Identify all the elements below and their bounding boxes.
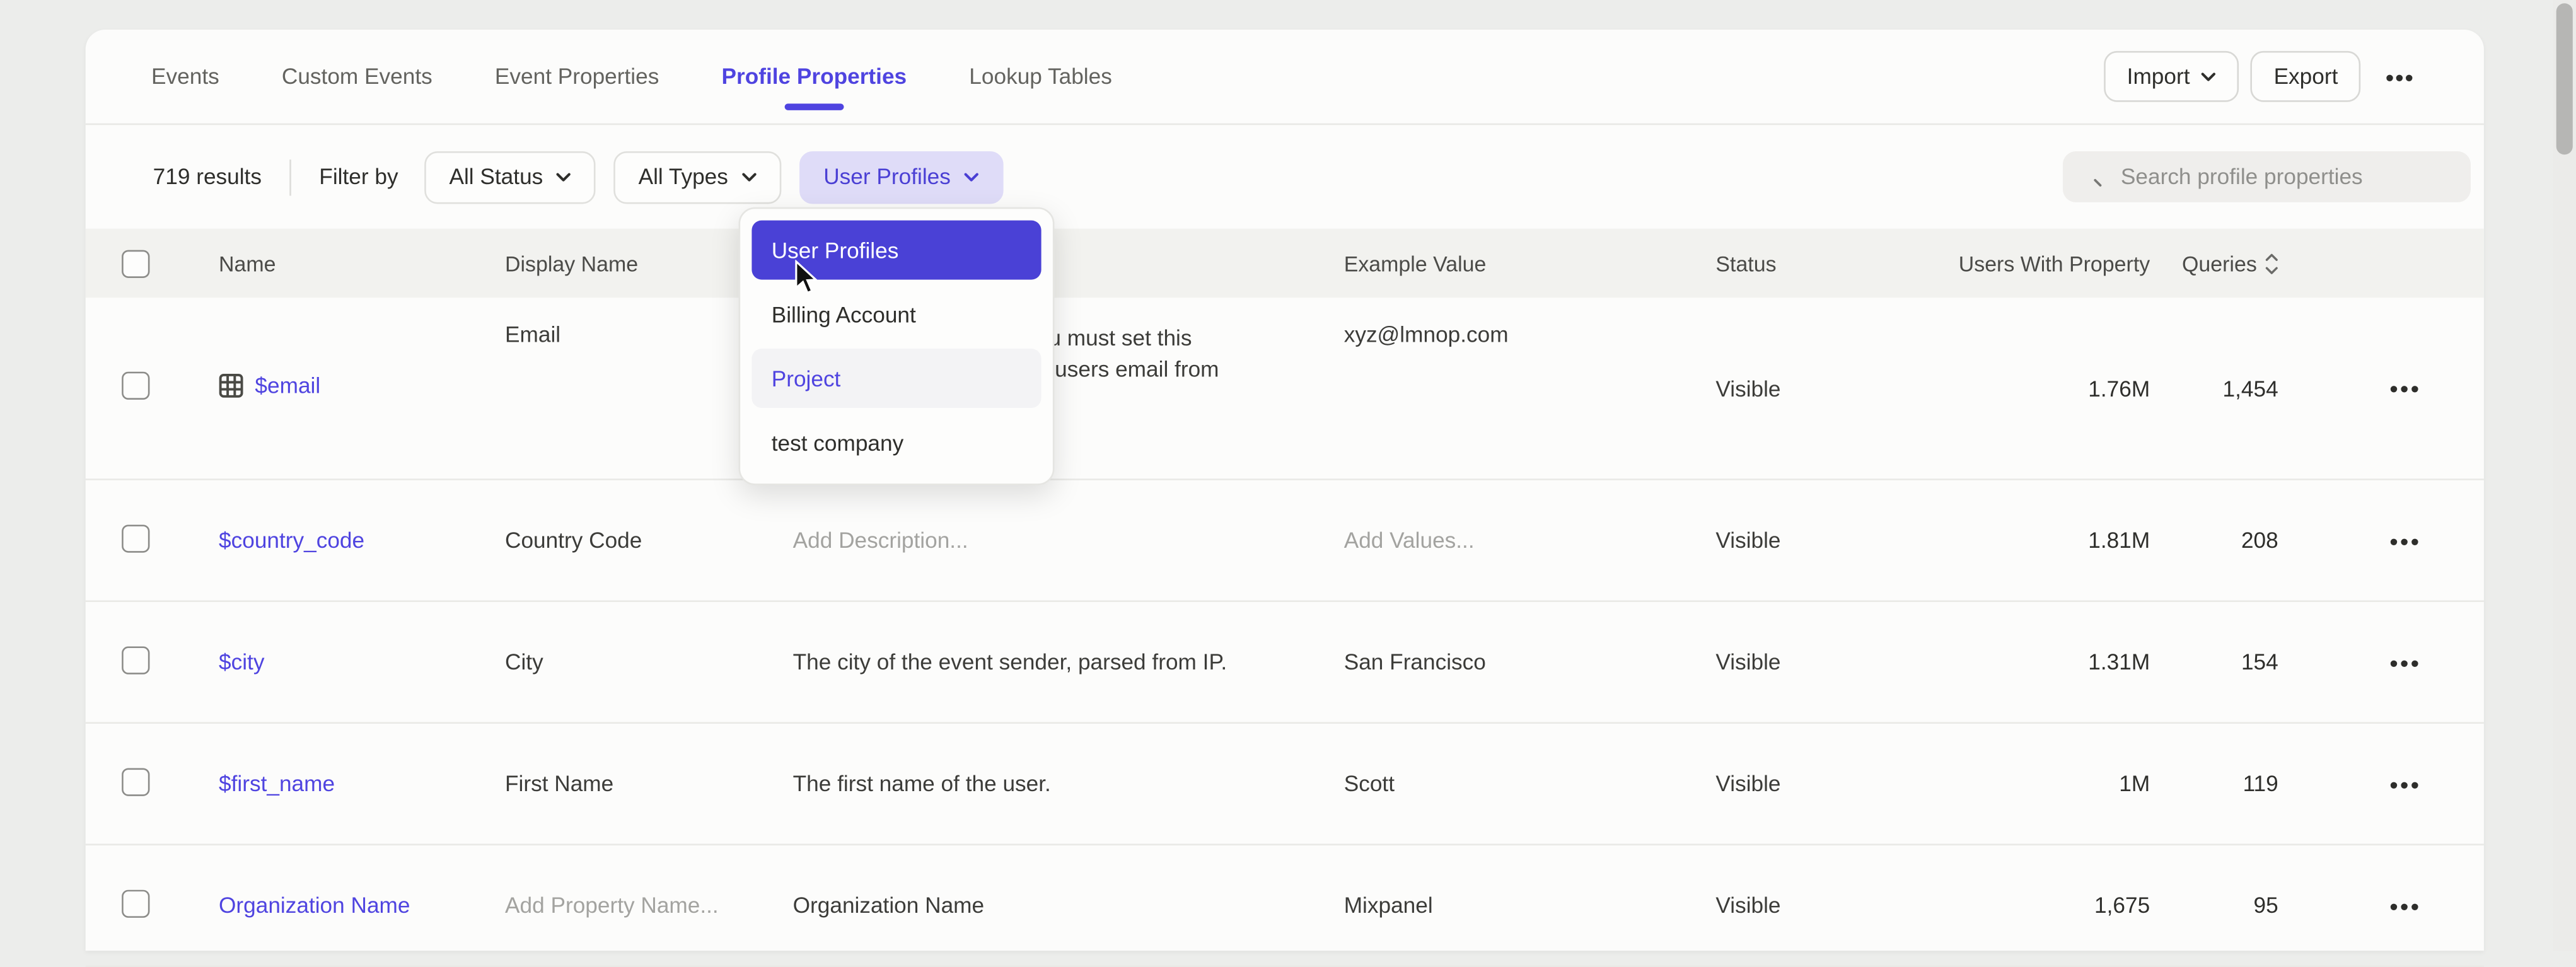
status-cell[interactable]: Visible — [1715, 376, 1921, 400]
chevron-down-icon — [556, 172, 571, 182]
tab-profile-properties[interactable]: Profile Properties — [722, 64, 907, 89]
search-icon — [2081, 165, 2103, 189]
status-filter-label: All Status — [449, 165, 543, 189]
description-cell[interactable]: Organization Name — [793, 893, 1344, 918]
queries-header-label: Queries — [2182, 251, 2257, 275]
queries-cell: 119 — [2150, 772, 2278, 796]
tabs: Events Custom Events Event Properties Pr… — [151, 64, 1112, 89]
queries-cell: 1,454 — [2150, 376, 2278, 400]
property-name-link[interactable]: $city — [219, 650, 264, 675]
column-header-users-with-property[interactable]: Users With Property — [1922, 251, 2150, 275]
tab-lookup-tables[interactable]: Lookup Tables — [969, 64, 1112, 89]
row-more-actions-button[interactable]: ••• — [2278, 527, 2448, 553]
scrollbar-track[interactable] — [2553, 0, 2576, 951]
column-header-name[interactable]: Name — [219, 251, 505, 275]
tab-event-properties[interactable]: Event Properties — [495, 64, 659, 89]
description-cell[interactable]: The first name of the user. — [793, 772, 1344, 796]
description-cell[interactable]: Add Description... — [793, 528, 1344, 553]
table-row: $country_code Country CodeAdd Description… — [86, 480, 2484, 602]
lookup-table-grid-icon — [219, 373, 243, 398]
row-more-actions-button[interactable]: ••• — [2278, 375, 2448, 402]
table-header: Name Display Name Example Value Status U… — [86, 229, 2484, 298]
status-cell[interactable]: Visible — [1715, 650, 1921, 675]
column-header-example-value[interactable]: Example Value — [1344, 251, 1716, 275]
dropdown-item-test-company[interactable]: test company — [751, 413, 1041, 472]
top-actions: Import Export ••• — [2104, 51, 2428, 102]
table-body: $emailEmailou must set thisd users email… — [86, 298, 2484, 967]
import-button[interactable]: Import — [2104, 51, 2239, 102]
users-with-property-cell: 1M — [1922, 772, 2150, 796]
property-name-link[interactable]: Organization Name — [219, 893, 410, 918]
display-name-cell[interactable]: First Name — [505, 772, 793, 796]
scrollbar-thumb[interactable] — [2556, 3, 2573, 154]
tab-events[interactable]: Events — [151, 64, 219, 89]
entity-dropdown-menu: User Profiles Billing Account Project te… — [739, 207, 1055, 485]
display-name-cell[interactable]: Country Code — [505, 528, 793, 553]
column-header-status[interactable]: Status — [1715, 251, 1921, 275]
property-name-link[interactable]: $country_code — [219, 528, 364, 553]
mouse-cursor-icon — [794, 260, 819, 296]
property-name-link[interactable]: $first_name — [219, 772, 335, 796]
row-checkbox[interactable] — [122, 889, 149, 917]
filter-bar: 719 results Filter by All Status All Typ… — [86, 125, 2484, 228]
row-checkbox[interactable] — [122, 646, 149, 673]
more-actions-button[interactable]: ••• — [2372, 51, 2428, 102]
column-header-queries[interactable]: Queries — [2150, 251, 2278, 275]
example-value-cell[interactable]: Scott — [1344, 772, 1716, 796]
table-row: $first_name First NameThe first name of t… — [86, 724, 2484, 845]
tab-custom-events[interactable]: Custom Events — [282, 64, 432, 89]
row-checkbox[interactable] — [122, 767, 149, 795]
queries-cell: 95 — [2150, 893, 2278, 918]
row-more-actions-button[interactable]: ••• — [2278, 892, 2448, 918]
content-card: Events Custom Events Event Properties Pr… — [86, 30, 2484, 951]
table-row: $city CityThe city of the event sender, p… — [86, 602, 2484, 724]
status-cell[interactable]: Visible — [1715, 772, 1921, 796]
example-value-cell[interactable]: San Francisco — [1344, 650, 1716, 675]
results-count: 719 results — [153, 165, 262, 189]
row-more-actions-button[interactable]: ••• — [2278, 649, 2448, 675]
search-input[interactable] — [2118, 163, 2453, 190]
example-value-cell[interactable]: xyz@lmnop.com — [1344, 298, 1716, 347]
profile-properties-page: Events Custom Events Event Properties Pr… — [0, 0, 2576, 951]
status-filter-dropdown[interactable]: All Status — [424, 151, 595, 203]
select-all-checkbox[interactable] — [122, 249, 149, 277]
description-fragment: ou must set this — [1036, 322, 1344, 354]
type-filter-dropdown[interactable]: All Types — [613, 151, 780, 203]
chevron-down-icon — [964, 172, 978, 182]
status-cell[interactable]: Visible — [1715, 528, 1921, 553]
import-button-label: Import — [2127, 64, 2190, 89]
entity-filter-label: User Profiles — [823, 165, 951, 189]
export-button[interactable]: Export — [2251, 51, 2361, 102]
sort-icon — [2265, 253, 2278, 274]
entity-filter-dropdown[interactable]: User Profiles — [799, 151, 1003, 203]
users-with-property-cell: 1.31M — [1922, 650, 2150, 675]
table-row: $emailEmailou must set thisd users email… — [86, 298, 2484, 480]
property-name-link[interactable]: $email — [219, 373, 320, 398]
example-value-cell[interactable]: Mixpanel — [1344, 893, 1716, 918]
users-with-property-cell: 1,675 — [1922, 893, 2150, 918]
queries-cell: 154 — [2150, 650, 2278, 675]
example-value-cell[interactable]: Add Values... — [1344, 528, 1716, 553]
tabs-row: Events Custom Events Event Properties Pr… — [86, 30, 2484, 125]
dropdown-item-project[interactable]: Project — [751, 349, 1041, 408]
chevron-down-icon — [741, 172, 756, 182]
row-more-actions-button[interactable]: ••• — [2278, 770, 2448, 797]
table-row: Organization NameAdd Property Name...Org… — [86, 845, 2484, 967]
users-with-property-cell: 1.81M — [1922, 528, 2150, 553]
description-fragment: d users email from — [1036, 354, 1344, 385]
queries-cell: 208 — [2150, 528, 2278, 553]
type-filter-label: All Types — [639, 165, 728, 189]
status-cell[interactable]: Visible — [1715, 893, 1921, 918]
display-name-cell[interactable]: Add Property Name... — [505, 893, 793, 918]
display-name-cell[interactable]: City — [505, 650, 793, 675]
filter-by-label: Filter by — [319, 165, 398, 189]
search-box — [2063, 151, 2471, 202]
row-checkbox[interactable] — [122, 372, 149, 400]
row-checkbox[interactable] — [122, 524, 149, 552]
divider — [289, 159, 291, 195]
users-with-property-cell: 1.76M — [1922, 376, 2150, 400]
description-cell[interactable]: The city of the event sender, parsed fro… — [793, 650, 1344, 675]
chevron-down-icon — [2202, 72, 2216, 82]
